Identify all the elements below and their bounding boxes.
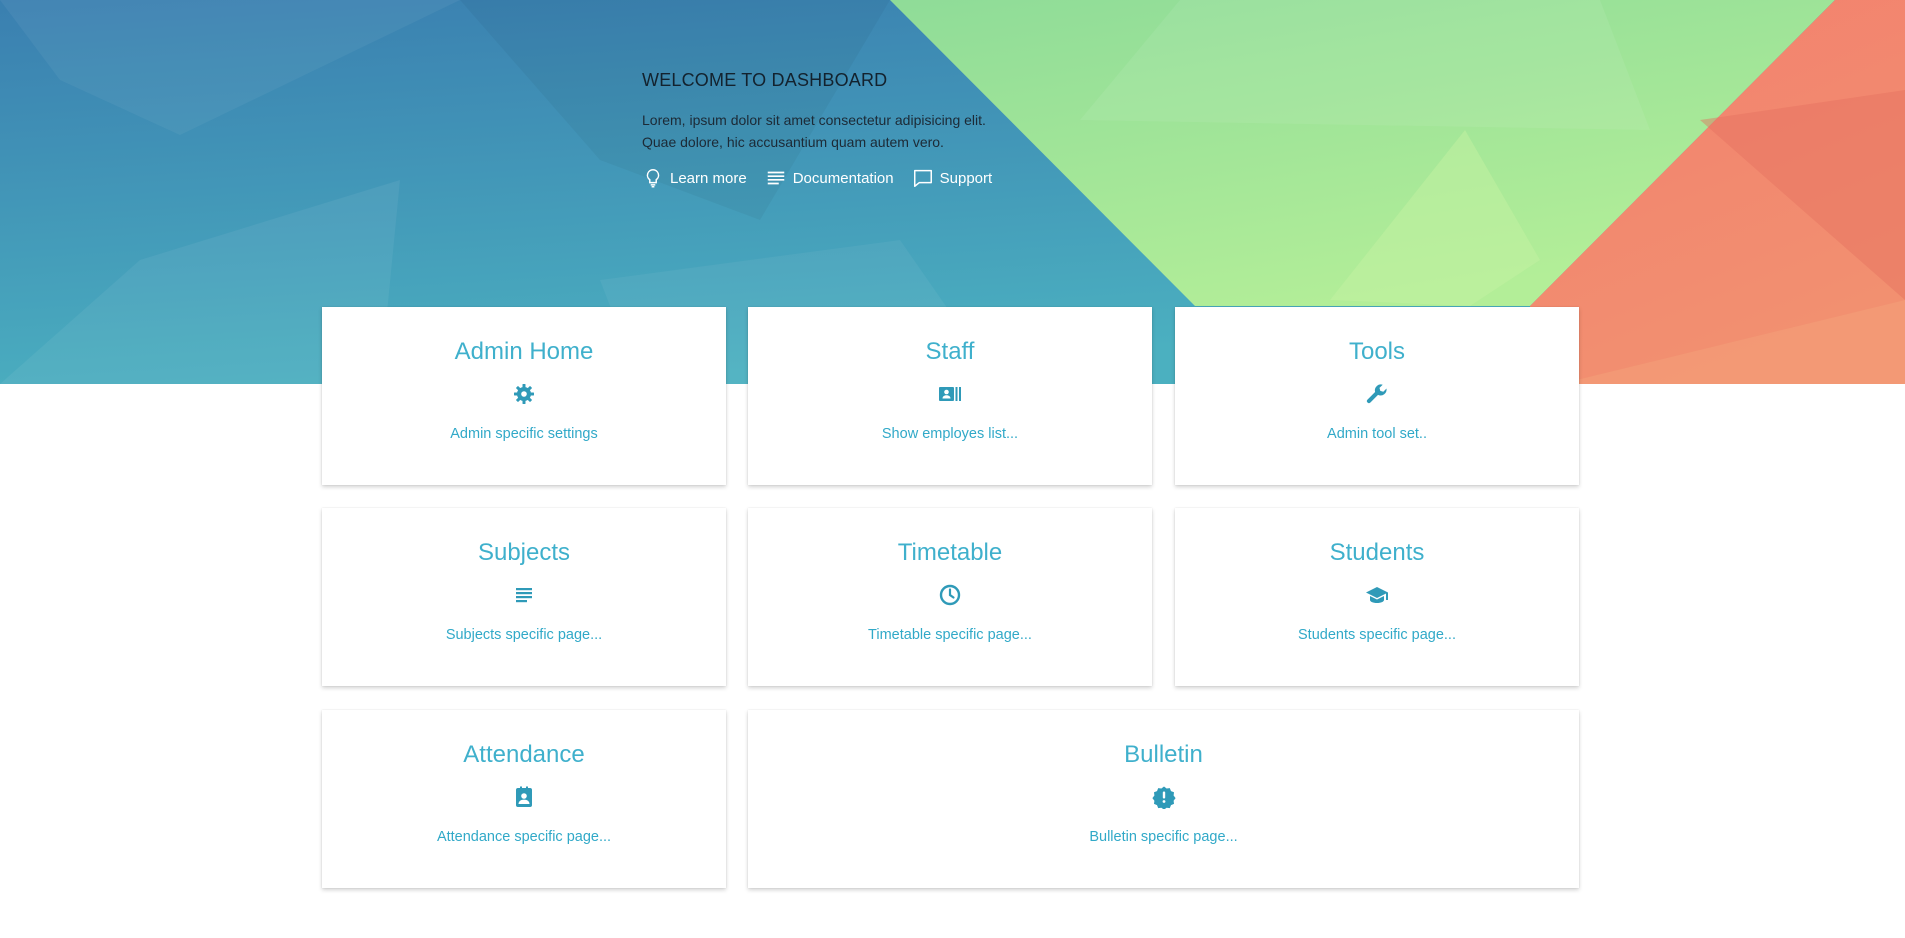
hero-links: Learn more Documentation Support	[642, 167, 1022, 189]
card-bulletin[interactable]: Bulletin Bulletin specific page...	[748, 710, 1579, 888]
learn-more-label: Learn more	[670, 169, 747, 187]
card-admin-home[interactable]: Admin Home Admin specific settings	[322, 307, 726, 485]
alert-badge-icon	[1151, 786, 1176, 809]
chat-icon	[913, 169, 932, 187]
documentation-link[interactable]: Documentation	[765, 167, 894, 189]
card-description: Bulletin specific page...	[1089, 829, 1238, 845]
card-title: Subjects	[477, 539, 571, 566]
hero-desc-line-1: Lorem, ipsum dolor sit amet consectetur …	[642, 112, 986, 128]
hero-title: WELCOME TO DASHBOARD	[642, 70, 888, 90]
attendance-badge-icon	[516, 786, 532, 807]
card-students[interactable]: Students Students specific page...	[1175, 508, 1579, 686]
card-description: Attendance specific page...	[436, 829, 612, 845]
card-title: Staff	[925, 338, 975, 365]
support-label: Support	[939, 169, 993, 187]
wrench-icon	[1366, 384, 1387, 404]
card-description: Admin tool set..	[1327, 426, 1427, 442]
card-tools[interactable]: Tools Admin tool set..	[1175, 307, 1579, 485]
card-description: Show employes list...	[881, 426, 1019, 442]
card-title: Tools	[1348, 338, 1406, 365]
card-title: Admin Home	[454, 338, 594, 365]
card-title: Timetable	[897, 539, 1003, 566]
lightbulb-icon	[646, 169, 660, 188]
learn-more-link[interactable]: Learn more	[642, 167, 747, 189]
card-title: Students	[1329, 539, 1425, 566]
card-description: Students specific page...	[1298, 627, 1456, 643]
card-description: Timetable specific page...	[868, 627, 1032, 643]
hero-content: WELCOME TO DASHBOARD Lorem, ipsum dolor …	[642, 70, 1022, 189]
card-description: Admin specific settings	[450, 426, 598, 442]
support-link[interactable]: Support	[912, 167, 993, 189]
card-subjects[interactable]: Subjects Subjects specific page...	[322, 508, 726, 686]
gear-icon	[514, 384, 534, 404]
card-description: Subjects specific page...	[445, 627, 603, 643]
card-attendance[interactable]: Attendance Attendance specific page...	[322, 710, 726, 888]
card-timetable[interactable]: Timetable Timetable specific page...	[748, 508, 1152, 686]
clock-icon	[939, 584, 961, 606]
card-title: Bulletin	[1124, 741, 1203, 768]
notes-icon	[767, 171, 784, 185]
hero-desc-line-2: Quae dolore, hic accusantium quam autem …	[642, 134, 944, 150]
contact-card-icon	[939, 387, 961, 401]
card-staff[interactable]: Staff Show employes list...	[748, 307, 1152, 485]
hero-description: Lorem, ipsum dolor sit amet consectetur …	[642, 109, 1022, 153]
documentation-label: Documentation	[792, 169, 894, 187]
list-icon	[516, 588, 532, 603]
graduation-cap-icon	[1366, 587, 1388, 603]
card-title: Attendance	[463, 741, 585, 768]
